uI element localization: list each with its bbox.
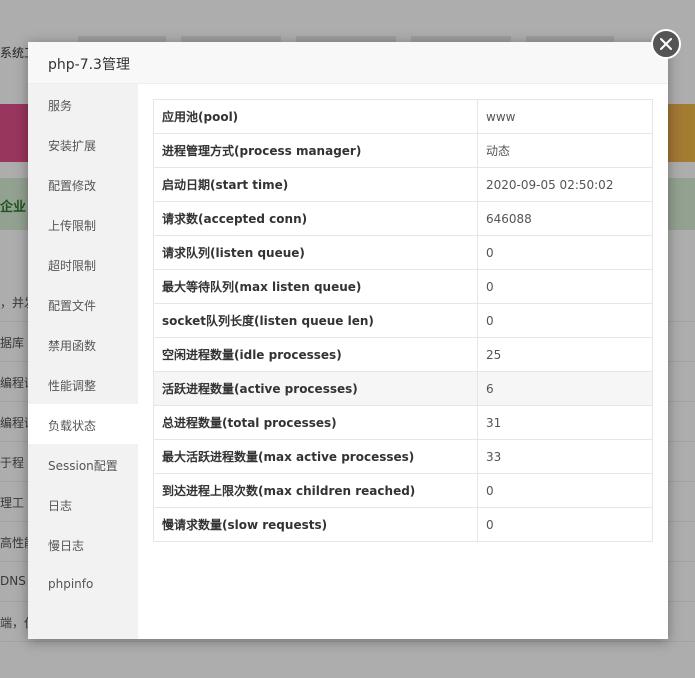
- sidebar-item[interactable]: phpinfo: [28, 564, 138, 604]
- dialog-header: php-7.3管理: [28, 42, 668, 84]
- status-row: 总进程数量(total processes) 31: [153, 405, 653, 440]
- status-row: 请求数(accepted conn) 646088: [153, 201, 653, 236]
- sidebar-item[interactable]: Session配置: [28, 444, 138, 484]
- sidebar-item[interactable]: 配置文件: [28, 284, 138, 324]
- status-key: 最大活跃进程数量(max active processes): [153, 439, 478, 474]
- status-value: 31: [477, 405, 653, 440]
- sidebar-item[interactable]: 超时限制: [28, 244, 138, 284]
- sidebar-item-label: 配置修改: [48, 179, 97, 193]
- close-icon: [660, 38, 672, 50]
- status-value: www: [477, 99, 653, 134]
- dialog-title: php-7.3管理: [48, 57, 130, 73]
- sidebar-item[interactable]: 配置修改: [28, 164, 138, 204]
- status-row: 最大活跃进程数量(max active processes) 33: [153, 439, 653, 474]
- dialog-content: 应用池(pool) www 进程管理方式(process manager) 动态 启动日…: [153, 99, 653, 542]
- status-value: 0: [477, 269, 653, 304]
- status-value: 动态: [477, 133, 653, 168]
- sidebar-item-label: 超时限制: [48, 259, 97, 273]
- status-key: 进程管理方式(process manager): [153, 133, 478, 168]
- status-key: 应用池(pool): [153, 99, 478, 134]
- status-key: 最大等待队列(max listen queue): [153, 269, 478, 304]
- sidebar-item[interactable]: 性能调整: [28, 364, 138, 404]
- status-row: 慢请求数量(slow requests) 0: [153, 507, 653, 542]
- sidebar-item-label: 负载状态: [48, 419, 97, 433]
- php-manager-dialog: php-7.3管理 服务安装扩展配置修改上传限制超时限制配置文件禁用函数性能调整…: [28, 42, 668, 639]
- status-value: 0: [477, 303, 653, 338]
- status-row: 请求队列(listen queue) 0: [153, 235, 653, 270]
- sidebar-item[interactable]: 服务: [28, 84, 138, 124]
- sidebar-item-label: 配置文件: [48, 299, 97, 313]
- status-row: 到达进程上限次数(max children reached) 0: [153, 473, 653, 508]
- sidebar-item-label: 慢日志: [48, 539, 85, 553]
- status-row: 活跃进程数量(active processes) 6: [153, 371, 653, 406]
- sidebar-item[interactable]: 日志: [28, 484, 138, 524]
- sidebar-item-label: Session配置: [48, 459, 118, 473]
- status-row: socket队列长度(listen queue len) 0: [153, 303, 653, 338]
- status-key: 活跃进程数量(active processes): [153, 371, 478, 406]
- sidebar-item-label: 上传限制: [48, 219, 97, 233]
- status-value: 6: [477, 371, 653, 406]
- status-key: socket队列长度(listen queue len): [153, 303, 478, 338]
- sidebar-item-label: 安装扩展: [48, 139, 97, 153]
- status-key: 请求队列(listen queue): [153, 235, 478, 270]
- sidebar-item-label: 日志: [48, 499, 73, 513]
- status-row: 最大等待队列(max listen queue) 0: [153, 269, 653, 304]
- sidebar-item-label: 禁用函数: [48, 339, 97, 353]
- sidebar-item-label: 性能调整: [48, 379, 97, 393]
- status-key: 请求数(accepted conn): [153, 201, 478, 236]
- load-status-table: 应用池(pool) www 进程管理方式(process manager) 动态 启动日…: [153, 99, 653, 542]
- dialog-sidebar: 服务安装扩展配置修改上传限制超时限制配置文件禁用函数性能调整负载状态 Sessio…: [28, 84, 138, 639]
- status-key: 启动日期(start time): [153, 167, 478, 202]
- sidebar-item[interactable]: 慢日志: [28, 524, 138, 564]
- status-value: 2020-09-05 02:50:02: [477, 167, 653, 202]
- status-value: 25: [477, 337, 653, 372]
- sidebar-item[interactable]: 上传限制: [28, 204, 138, 244]
- status-row: 启动日期(start time) 2020-09-05 02:50:02: [153, 167, 653, 202]
- close-button[interactable]: [651, 29, 681, 59]
- status-value: 0: [477, 507, 653, 542]
- sidebar-item-label: 服务: [48, 99, 73, 113]
- status-value: 646088: [477, 201, 653, 236]
- status-key: 到达进程上限次数(max children reached): [153, 473, 478, 508]
- status-key: 慢请求数量(slow requests): [153, 507, 478, 542]
- sidebar-item[interactable]: 负载状态: [28, 404, 138, 444]
- status-row: 应用池(pool) www: [153, 99, 653, 134]
- sidebar-item[interactable]: 禁用函数: [28, 324, 138, 364]
- status-value: 33: [477, 439, 653, 474]
- status-value: 0: [477, 473, 653, 508]
- status-row: 空闲进程数量(idle processes) 25: [153, 337, 653, 372]
- status-key: 空闲进程数量(idle processes): [153, 337, 478, 372]
- sidebar-item-label: phpinfo: [48, 577, 94, 591]
- status-value: 0: [477, 235, 653, 270]
- status-key: 总进程数量(total processes): [153, 405, 478, 440]
- sidebar-item[interactable]: 安装扩展: [28, 124, 138, 164]
- status-row: 进程管理方式(process manager) 动态: [153, 133, 653, 168]
